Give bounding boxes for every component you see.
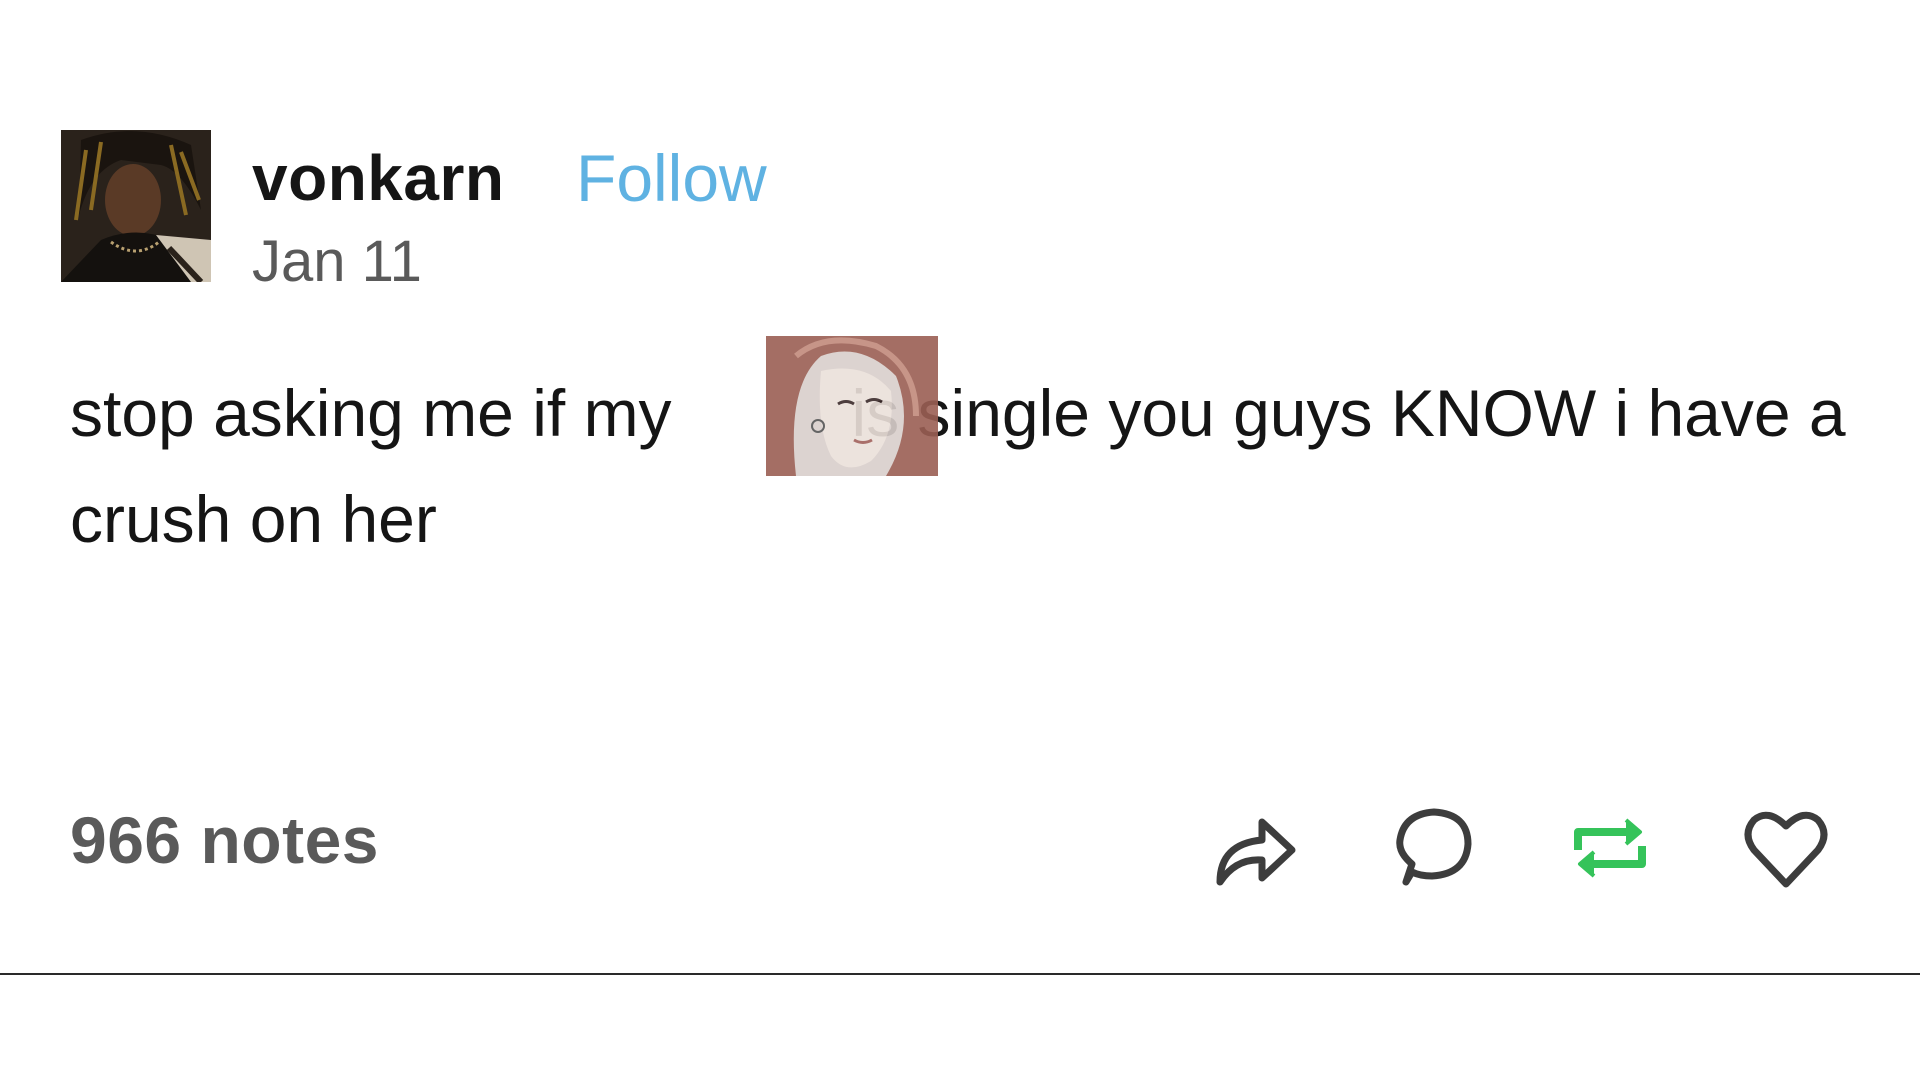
heart-icon [1744, 811, 1828, 888]
post-date[interactable]: Jan 11 [252, 222, 422, 302]
reply-icon [1396, 808, 1472, 886]
share-button[interactable] [1206, 800, 1302, 896]
share-icon [1216, 818, 1296, 886]
post-text-part-1: stop asking me if my [70, 376, 672, 450]
reblog-icon [1574, 818, 1646, 878]
username[interactable]: vonkarn [252, 138, 504, 218]
like-button[interactable] [1738, 800, 1834, 896]
post-actions [0, 800, 1920, 890]
tumblr-post: vonkarn Follow Jan 11 stop asking me if … [0, 0, 1920, 1080]
divider [0, 973, 1920, 975]
reblog-button[interactable] [1562, 800, 1658, 896]
reply-button[interactable] [1384, 800, 1480, 896]
follow-button[interactable]: Follow [576, 138, 767, 218]
avatar[interactable] [61, 130, 211, 282]
avatar-image [61, 130, 211, 282]
inline-portrait-image [766, 336, 938, 476]
post-body: stop asking me if my is single you guys K… [70, 360, 1850, 572]
